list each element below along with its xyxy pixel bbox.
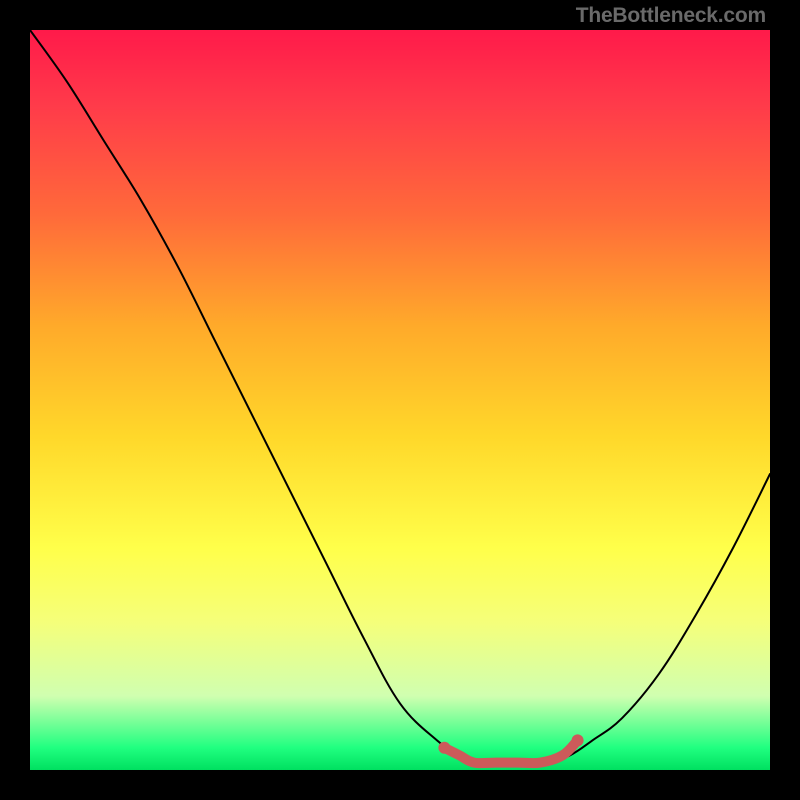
series-bottleneck-curve bbox=[30, 30, 770, 763]
plot-area bbox=[30, 30, 770, 770]
chart-svg bbox=[30, 30, 770, 770]
highlight-endpoint bbox=[438, 742, 450, 754]
series-optimal-highlight bbox=[444, 740, 577, 763]
highlight-endpoint bbox=[572, 734, 584, 746]
watermark-text: TheBottleneck.com bbox=[576, 4, 766, 28]
chart-container: TheBottleneck.com bbox=[0, 0, 800, 800]
